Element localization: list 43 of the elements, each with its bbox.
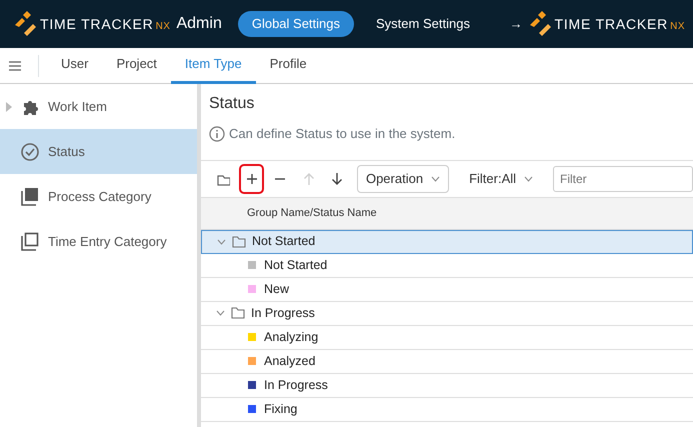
tree-row[interactable]: Not Started: [201, 230, 693, 254]
add-button[interactable]: [239, 164, 264, 194]
check-circle-icon: [20, 142, 40, 162]
chevron-down-icon: [217, 238, 226, 244]
status-name: Analyzed: [264, 352, 316, 370]
page-title: Status: [209, 94, 256, 114]
group-name: Not Started: [252, 233, 316, 250]
status-name: Fixing: [264, 400, 298, 418]
nav-tab[interactable]: Item Type: [170, 48, 256, 84]
status-name: In Progress: [264, 376, 328, 394]
nav-tab[interactable]: Project: [102, 48, 171, 84]
add-icon[interactable]: [244, 172, 259, 186]
info-text: Can define Status to use in the system.: [229, 125, 456, 143]
arrow-down-icon[interactable]: [330, 172, 344, 186]
stacked-squares-icon: [20, 186, 40, 206]
chevron-down-icon: [216, 310, 225, 316]
status-name: Analyzing: [264, 328, 318, 346]
tree-row[interactable]: In Progress: [201, 302, 693, 326]
info-icon: [209, 126, 225, 142]
nav-tab[interactable]: User: [47, 48, 102, 84]
header-tab[interactable]: Global Settings: [238, 11, 354, 37]
sidebar-item[interactable]: Time Entry Category: [0, 219, 197, 264]
sidebar-item[interactable]: Status: [0, 129, 197, 174]
column-header: Group Name/Status Name: [201, 198, 693, 230]
logo-text[interactable]: TIME TRACKER NX: [554, 14, 685, 34]
header-tab[interactable]: System Settings: [362, 11, 484, 37]
nav-tab[interactable]: Profile: [256, 48, 321, 84]
operation-dropdown[interactable]: Operation: [356, 164, 450, 192]
sidebar-item[interactable]: Process Category: [0, 174, 197, 219]
folder-icon: [232, 236, 246, 248]
group-name: In Progress: [251, 304, 315, 322]
filter-field[interactable]: Filter: [553, 166, 693, 192]
status-name: New: [264, 280, 290, 298]
chevron-down-icon: [524, 176, 534, 182]
stacked-squares-icon: [20, 232, 40, 252]
logo-text: TIME TRACKER NX: [40, 14, 170, 34]
chevron-down-icon: [431, 176, 440, 182]
folder-icon: [231, 307, 245, 319]
sidebar-item[interactable]: Work Item: [0, 84, 197, 129]
filter-dropdown[interactable]: Filter:All: [461, 168, 542, 188]
app-role-label: Admin: [176, 14, 222, 34]
status-name: Not Started: [264, 256, 328, 274]
arrow-glyph[interactable]: →: [510, 14, 523, 34]
